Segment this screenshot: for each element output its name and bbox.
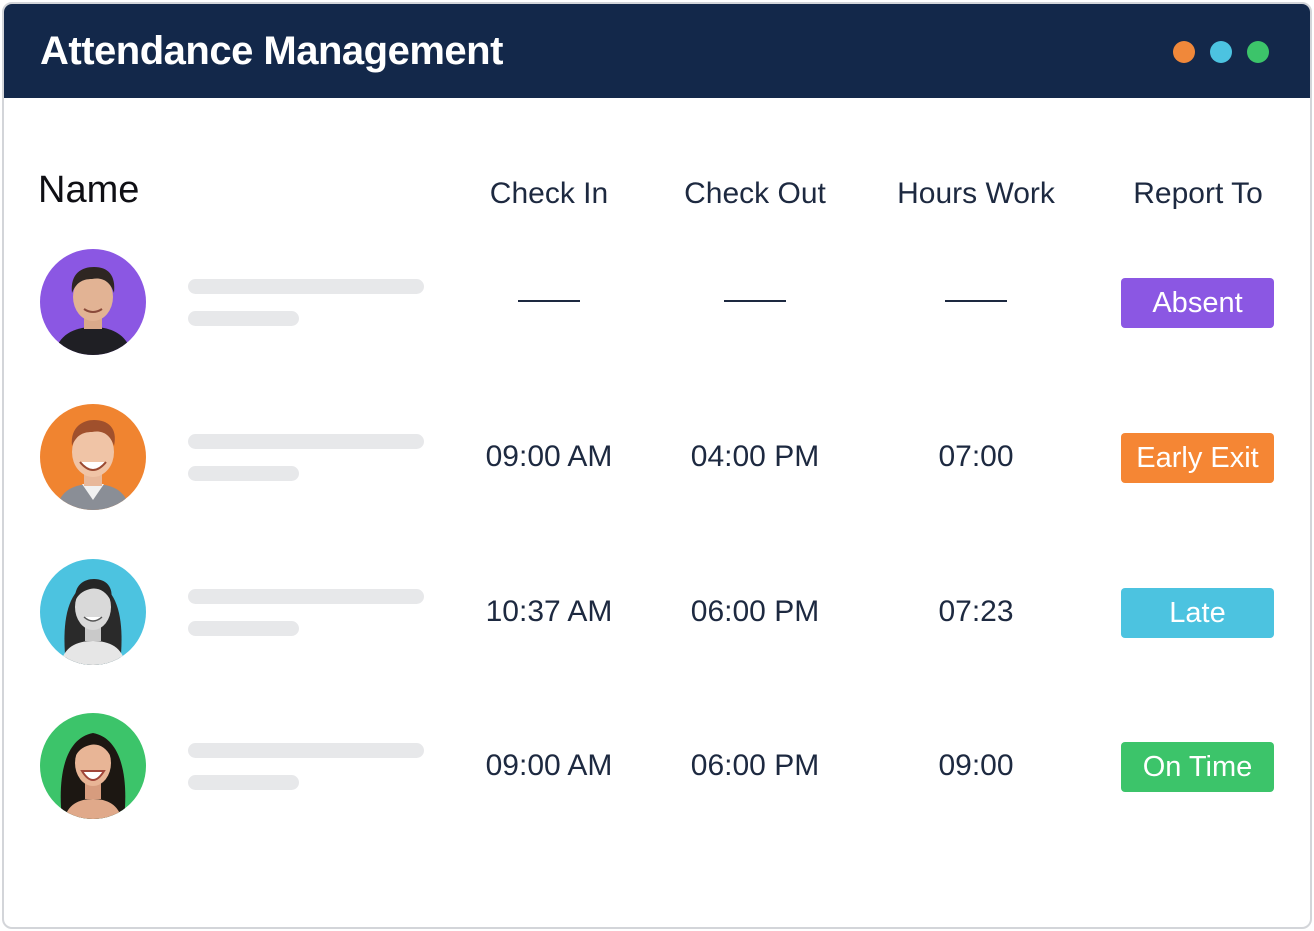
- status-badge: On Time: [1121, 742, 1274, 792]
- hours-empty: [945, 300, 1007, 302]
- name-placeholder: [188, 589, 424, 604]
- check-in-time: 09:00 AM: [485, 440, 613, 473]
- avatar: [40, 559, 146, 665]
- check-in-time: 09:00 AM: [485, 749, 613, 782]
- hours-worked: 07:23: [938, 595, 1014, 628]
- table-row[interactable]: 09:00 AM 06:00 PM 09:00 On Time: [4, 713, 1310, 833]
- check-in-empty: [518, 300, 580, 302]
- avatar: [40, 713, 146, 819]
- subtitle-placeholder: [188, 311, 299, 326]
- window-control-orange[interactable]: [1173, 41, 1195, 63]
- hours-worked: 07:00: [938, 440, 1014, 473]
- avatar: [40, 404, 146, 510]
- name-placeholder: [188, 434, 424, 449]
- title-bar: Attendance Management: [4, 4, 1310, 98]
- subtitle-placeholder: [188, 775, 299, 790]
- avatar: [40, 249, 146, 355]
- status-badge: Absent: [1121, 278, 1274, 328]
- table-row[interactable]: Absent: [4, 249, 1310, 369]
- header-report-to: Report To: [1133, 177, 1263, 210]
- check-out-time: 06:00 PM: [690, 595, 820, 628]
- check-out-time: 04:00 PM: [690, 440, 820, 473]
- name-placeholder: [188, 743, 424, 758]
- attendance-window: Attendance Management Name Check In Chec…: [2, 2, 1312, 929]
- header-hours-work: Hours Work: [897, 177, 1055, 210]
- header-check-out: Check Out: [684, 177, 826, 210]
- subtitle-placeholder: [188, 621, 299, 636]
- window-control-green[interactable]: [1247, 41, 1269, 63]
- check-in-time: 10:37 AM: [485, 595, 613, 628]
- status-badge: Early Exit: [1121, 433, 1274, 483]
- check-out-time: 06:00 PM: [690, 749, 820, 782]
- subtitle-placeholder: [188, 466, 299, 481]
- check-out-empty: [724, 300, 786, 302]
- table-row[interactable]: 10:37 AM 06:00 PM 07:23 Late: [4, 559, 1310, 679]
- status-badge: Late: [1121, 588, 1274, 638]
- app-title: Attendance Management: [40, 29, 503, 73]
- hours-worked: 09:00: [938, 749, 1014, 782]
- header-name: Name: [38, 169, 140, 211]
- window-control-blue[interactable]: [1210, 41, 1232, 63]
- header-check-in: Check In: [489, 177, 609, 210]
- table-row[interactable]: 09:00 AM 04:00 PM 07:00 Early Exit: [4, 404, 1310, 524]
- name-placeholder: [188, 279, 424, 294]
